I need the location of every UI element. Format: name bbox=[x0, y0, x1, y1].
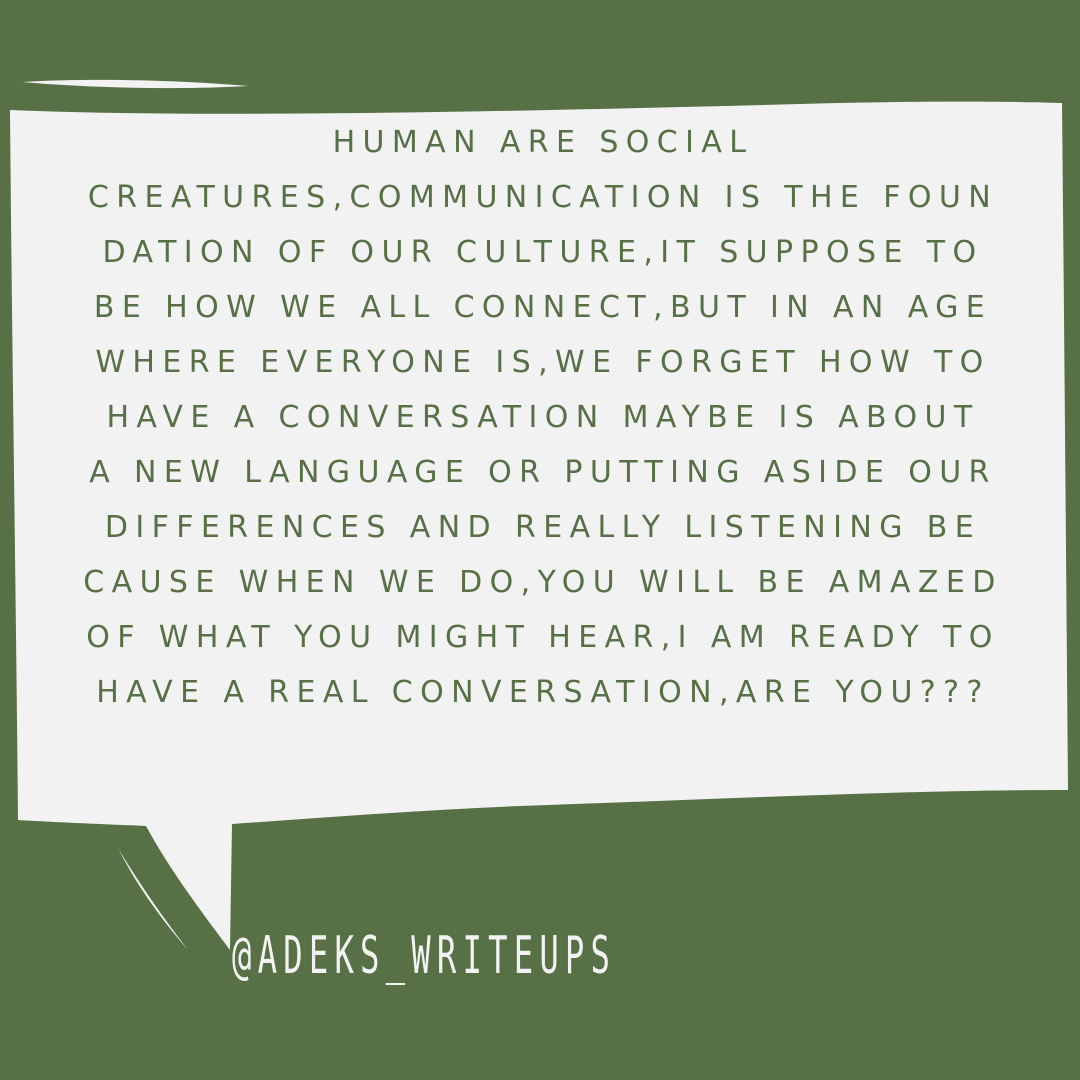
quote-line: DIFFERENCES AND REALLY LISTENING BE bbox=[104, 510, 982, 545]
quote-line: WHERE EVERYONE IS,WE FORGET HOW TO bbox=[95, 345, 991, 380]
quote-line: CREATURES,COMMUNICATION IS THE FOUN bbox=[87, 180, 999, 215]
quote-line: CAUSE WHEN WE DO,YOU WILL BE AMAZED bbox=[83, 565, 1003, 600]
quote-line: A NEW LANGUAGE OR PUTTING ASIDE OUR bbox=[89, 455, 997, 490]
quote-line: BE HOW WE ALL CONNECT,BUT IN AN AGE bbox=[93, 290, 993, 325]
brush-stroke-top bbox=[22, 79, 248, 89]
quote-line: HAVE A REAL CONVERSATION,ARE YOU??? bbox=[96, 675, 990, 710]
quote-line: HUMAN ARE SOCIAL bbox=[332, 125, 754, 160]
quote-line: DATION OF OUR CULTURE,IT SUPPOSE TO bbox=[102, 235, 984, 270]
author-handle: @ADEKS_WRITEUPS bbox=[232, 926, 617, 986]
quote-line: OF WHAT YOU MIGHT HEAR,I AM READY TO bbox=[86, 620, 1000, 655]
quote-line: HAVE A CONVERSATION MAYBE IS ABOUT bbox=[106, 400, 980, 435]
